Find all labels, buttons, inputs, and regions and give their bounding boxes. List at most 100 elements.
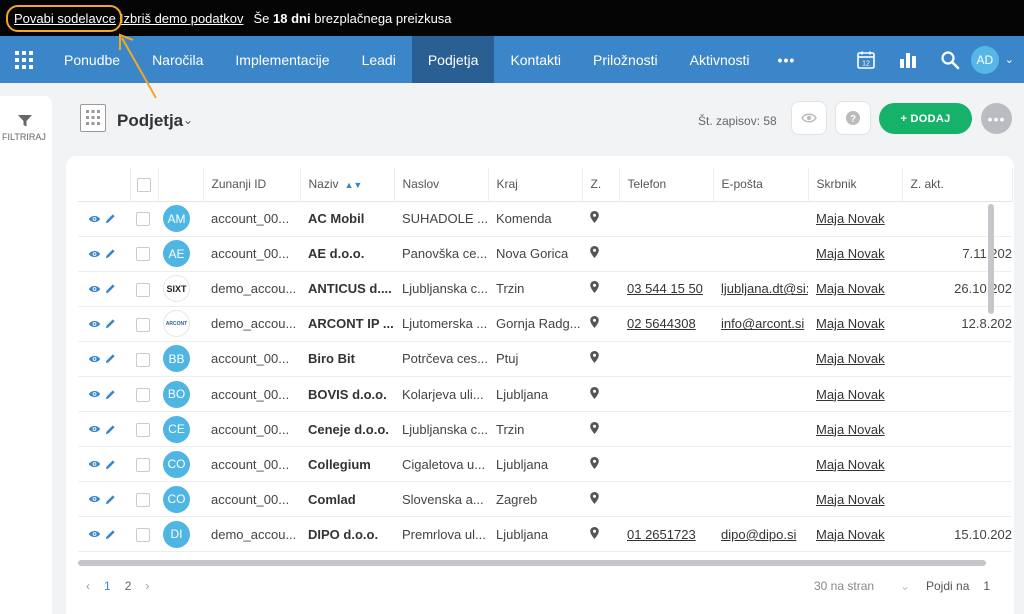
cell-company-name[interactable]: Comlad bbox=[300, 481, 394, 518]
table-row[interactable]: AM account_00... AC Mobil SUHADOLE ... Komen… bbox=[78, 201, 1012, 237]
table-row[interactable]: BB account_00... Biro Bit Potrčeva ces... Pt… bbox=[78, 341, 1012, 377]
map-pin-icon[interactable] bbox=[590, 351, 599, 364]
nav-item-aktivnosti[interactable]: Aktivnosti bbox=[674, 36, 766, 83]
edit-pencil-icon[interactable] bbox=[105, 529, 116, 540]
view-eye-icon[interactable] bbox=[88, 284, 101, 294]
nav-item-podjetja[interactable]: Podjetja bbox=[411, 36, 495, 83]
calendar-icon[interactable]: 12 bbox=[845, 36, 887, 83]
column-header-external-id[interactable]: Zunanji ID bbox=[203, 168, 301, 202]
sort-ascending-icon[interactable]: ▲▼ bbox=[345, 180, 363, 190]
row-checkbox[interactable] bbox=[136, 352, 150, 367]
edit-pencil-icon[interactable] bbox=[105, 283, 116, 294]
map-pin-icon[interactable] bbox=[590, 526, 599, 539]
cell-owner[interactable]: Maja Novak bbox=[816, 457, 885, 472]
help-button[interactable]: ? bbox=[835, 101, 871, 135]
view-eye-icon[interactable] bbox=[88, 459, 101, 469]
cell-owner[interactable]: Maja Novak bbox=[816, 492, 885, 507]
cell-company-name[interactable]: AC Mobil bbox=[300, 201, 394, 237]
edit-pencil-icon[interactable] bbox=[105, 389, 116, 400]
view-eye-icon[interactable] bbox=[88, 424, 101, 434]
cell-owner[interactable]: Maja Novak bbox=[816, 351, 885, 366]
cell-company-name[interactable]: Collegium bbox=[300, 446, 394, 483]
select-all-checkbox[interactable] bbox=[136, 177, 151, 192]
view-eye-icon[interactable] bbox=[88, 214, 101, 224]
view-eye-icon[interactable] bbox=[88, 249, 101, 259]
goto-page-input[interactable]: 1 bbox=[983, 579, 990, 593]
map-pin-icon[interactable] bbox=[590, 211, 599, 224]
user-avatar[interactable]: AD bbox=[970, 45, 999, 74]
nav-more-button[interactable]: ••• bbox=[766, 52, 808, 68]
table-row[interactable]: BO account_00... BOVIS d.o.o. Kolarjeva uli… bbox=[78, 376, 1012, 413]
cell-email[interactable]: dipo@dipo.si bbox=[721, 527, 796, 542]
column-header-address[interactable]: Naslov bbox=[394, 168, 489, 202]
map-pin-icon[interactable] bbox=[590, 246, 599, 259]
cell-company-name[interactable]: ANTICUS d.... bbox=[300, 271, 394, 307]
row-checkbox[interactable] bbox=[136, 387, 150, 402]
map-pin-icon[interactable] bbox=[590, 456, 599, 469]
nav-item-implementacije[interactable]: Implementacije bbox=[219, 36, 345, 83]
view-eye-icon[interactable] bbox=[88, 494, 101, 504]
map-pin-icon[interactable] bbox=[590, 316, 599, 329]
row-checkbox[interactable] bbox=[136, 457, 150, 472]
search-icon[interactable] bbox=[929, 36, 971, 83]
filter-icon[interactable] bbox=[17, 114, 33, 128]
table-row[interactable]: CO account_00... Collegium Cigaletova u... L… bbox=[78, 446, 1012, 483]
page-title[interactable]: Podjetja bbox=[117, 111, 183, 131]
bar-chart-icon[interactable] bbox=[887, 36, 929, 83]
column-header-email[interactable]: E-pošta bbox=[713, 168, 809, 202]
add-company-button[interactable]: + DODAJ bbox=[879, 103, 972, 134]
cell-owner[interactable]: Maja Novak bbox=[816, 211, 885, 226]
cell-phone[interactable]: 01 2651723 bbox=[627, 527, 696, 542]
row-checkbox[interactable] bbox=[136, 528, 150, 543]
edit-pencil-icon[interactable] bbox=[105, 213, 116, 224]
view-toggle-button[interactable] bbox=[791, 101, 827, 135]
next-page-chevron-icon[interactable]: › bbox=[145, 579, 149, 593]
cell-email[interactable]: ljubljana.dt@si: bbox=[721, 281, 808, 296]
cell-owner[interactable]: Maja Novak bbox=[816, 316, 885, 331]
cell-company-name[interactable]: DIPO d.o.o. bbox=[300, 516, 394, 553]
row-checkbox[interactable] bbox=[136, 422, 150, 437]
edit-pencil-icon[interactable] bbox=[105, 494, 116, 505]
column-header-city[interactable]: Kraj bbox=[488, 168, 583, 202]
column-header-location[interactable]: Z. bbox=[582, 168, 620, 202]
view-chevron-down-icon[interactable]: ⌄ bbox=[183, 113, 193, 127]
per-page-select[interactable]: 30 na stran ⌄ bbox=[814, 579, 910, 593]
delete-demo-data-link[interactable]: Izbriš demo podatkov bbox=[120, 11, 244, 26]
cell-company-name[interactable]: ARCONT IP ... bbox=[300, 306, 394, 342]
user-menu-chevron-icon[interactable]: ⌄ bbox=[1005, 53, 1014, 66]
table-row[interactable]: CE account_00... Ceneje d.o.o. Ljubljanska … bbox=[78, 411, 1012, 448]
cell-phone[interactable]: 02 5644308 bbox=[627, 316, 696, 331]
map-pin-icon[interactable] bbox=[590, 386, 599, 399]
nav-item-kontakti[interactable]: Kontakti bbox=[494, 36, 577, 83]
row-checkbox[interactable] bbox=[136, 282, 150, 297]
map-pin-icon[interactable] bbox=[590, 421, 599, 434]
prev-page-chevron-icon[interactable]: ‹ bbox=[86, 579, 90, 593]
row-checkbox[interactable] bbox=[136, 493, 150, 508]
edit-pencil-icon[interactable] bbox=[105, 353, 116, 364]
nav-item-leadi[interactable]: Leadi bbox=[346, 36, 412, 83]
cell-owner[interactable]: Maja Novak bbox=[816, 527, 885, 542]
edit-pencil-icon[interactable] bbox=[105, 248, 116, 259]
column-header-last-activity[interactable]: Z. akt. bbox=[902, 168, 1013, 202]
apps-grid-icon[interactable] bbox=[0, 36, 48, 83]
cell-owner[interactable]: Maja Novak bbox=[816, 246, 885, 261]
filter-panel[interactable]: FILTRIRAJ bbox=[0, 96, 52, 614]
invite-colleagues-link[interactable]: Povabi sodelavce bbox=[6, 4, 122, 32]
map-pin-icon[interactable] bbox=[590, 281, 599, 294]
row-checkbox[interactable] bbox=[136, 317, 150, 332]
row-checkbox[interactable] bbox=[136, 212, 150, 227]
page-2-link[interactable]: 2 bbox=[125, 579, 132, 593]
view-eye-icon[interactable] bbox=[88, 389, 101, 399]
cell-company-name[interactable]: AE d.o.o. bbox=[300, 236, 394, 272]
table-row[interactable]: AE account_00... AE d.o.o. Panovška ce... No… bbox=[78, 236, 1012, 272]
table-row[interactable]: DI demo_accou... DIPO d.o.o. Premrlova ul..… bbox=[78, 516, 1012, 553]
edit-pencil-icon[interactable] bbox=[105, 424, 116, 435]
cell-phone[interactable]: 03 544 15 50 bbox=[627, 281, 703, 296]
view-eye-icon[interactable] bbox=[88, 354, 101, 364]
table-row[interactable]: SIXT demo_accou... ANTICUS d.... Ljubljansk… bbox=[78, 271, 1012, 307]
cell-owner[interactable]: Maja Novak bbox=[816, 281, 885, 296]
cell-owner[interactable]: Maja Novak bbox=[816, 387, 885, 402]
cell-company-name[interactable]: BOVIS d.o.o. bbox=[300, 376, 394, 413]
cell-email[interactable]: info@arcont.si bbox=[721, 316, 804, 331]
view-eye-icon[interactable] bbox=[88, 319, 101, 329]
